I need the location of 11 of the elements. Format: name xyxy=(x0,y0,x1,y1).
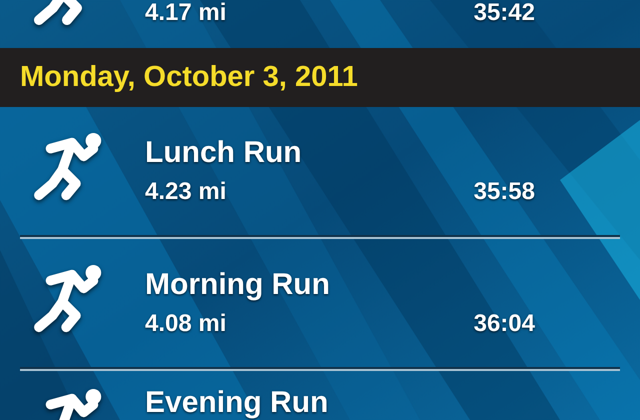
run-name: Morning Run xyxy=(145,267,331,303)
run-distance: 4.17 mi xyxy=(145,0,226,28)
run-name: Lunch Run xyxy=(145,135,303,171)
run-distance: 4.08 mi xyxy=(145,309,226,339)
run-distance: 4.23 mi xyxy=(145,177,226,207)
run-time: 35:42 xyxy=(474,0,535,28)
date-label: Monday, October 3, 2011 xyxy=(20,61,358,94)
run-time: 36:04 xyxy=(474,309,535,339)
run-time: 35:58 xyxy=(474,177,535,207)
run-name: Evening Run xyxy=(145,385,330,420)
runner-icon xyxy=(33,0,83,26)
